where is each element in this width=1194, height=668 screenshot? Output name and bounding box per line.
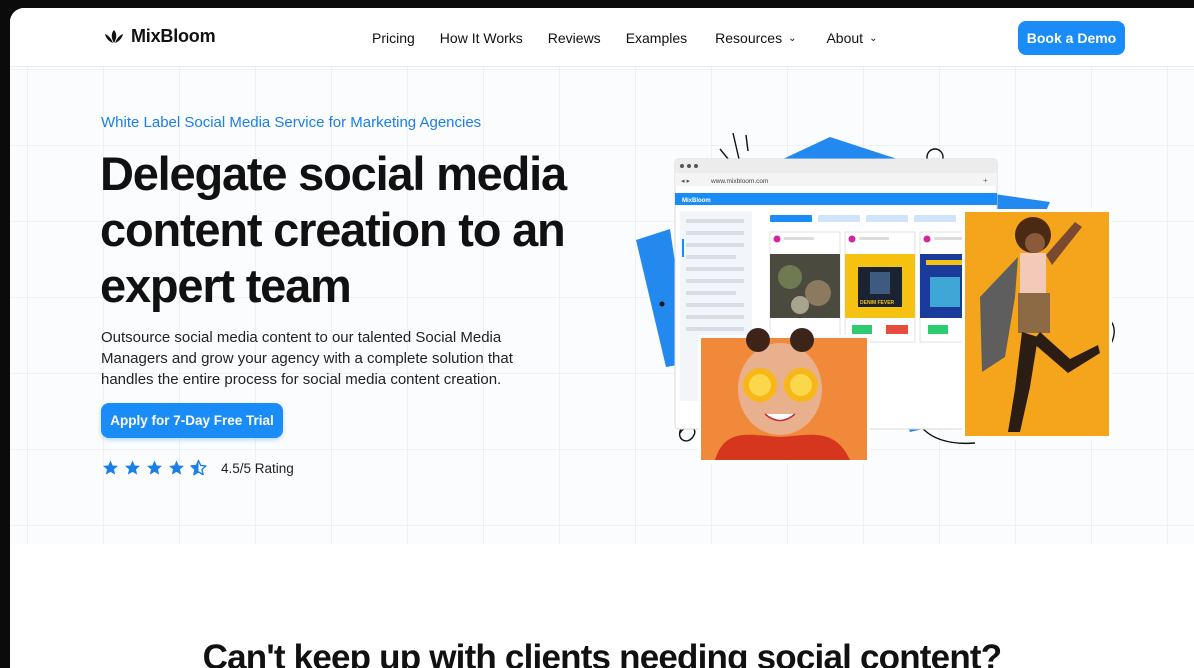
nav-how-it-works[interactable]: How It Works [440,30,523,46]
nav-resources-dropdown[interactable]: Resources ⌄ [715,30,796,46]
hero-illustration: ◂ ▸ www.mixbloom.com + MixBloom DENIM FE… [636,132,1115,463]
star-icon [169,460,184,475]
nav-how-it-works-label: How It Works [439,30,523,46]
nav-examples[interactable]: Examples [626,30,687,46]
star-icon [125,460,140,475]
mock-post-caption: DENIM FEVER [860,300,895,306]
post-card [769,231,841,343]
headline-line: content creation to an [100,203,566,256]
rating-label: 4.5/5 Rating [221,460,294,476]
nav-about-label: About [826,30,864,46]
brand-name: MixBloom [131,26,216,46]
rating: 4.5/5 Rating [101,459,294,477]
svg-text:◂ ▸: ◂ ▸ [681,178,690,185]
hero-description: Outsource social media content to our ta… [101,329,513,388]
nav-links: Pricing How It Works Reviews Examples Re… [372,30,902,46]
lotus-logo-icon [105,29,123,43]
nav-resources-label: Resources [715,30,783,46]
headline-line: expert team [100,259,352,312]
top-navbar: MixBloom Pricing How It Works Reviews Ex… [10,8,1194,67]
nav-reviews-label: Reviews [547,30,601,46]
browser-viewport: MixBloom Pricing How It Works Reviews Ex… [10,8,1194,668]
nav-reviews[interactable]: Reviews [548,30,601,46]
hero-eyebrow: White Label Social Media Service for Mar… [101,114,482,131]
chevron-down-icon: ⌄ [869,32,878,44]
book-demo-button[interactable]: Book a Demo [1018,21,1125,55]
section-title: Can't keep up with clients needing socia… [202,638,1003,668]
dancer-photo [962,209,1112,439]
free-trial-button[interactable]: Apply for 7-Day Free Trial [101,403,283,438]
post-card: DENIM FEVER [844,231,916,343]
star-icon [103,460,118,475]
nav-examples-label: Examples [625,30,688,46]
svg-text:+: + [983,176,988,185]
hero-headline: Delegate social media content creation t… [100,146,620,314]
nav-about-dropdown[interactable]: About ⌄ [826,30,877,46]
rating-stars [101,459,208,477]
star-icon [147,460,162,475]
mock-url: www.mixbloom.com [710,178,768,185]
mock-app-name: MixBloom [682,198,711,204]
nav-pricing-label: Pricing [372,30,415,46]
half-star-icon [190,459,207,476]
hero-section: White Label Social Media Service for Mar… [10,67,1194,544]
brand-logo[interactable]: MixBloom [103,26,216,47]
nav-pricing[interactable]: Pricing [372,30,415,46]
oranges-photo [698,328,870,463]
headline-line: Delegate social media [100,147,567,200]
chevron-down-icon: ⌄ [788,32,797,44]
